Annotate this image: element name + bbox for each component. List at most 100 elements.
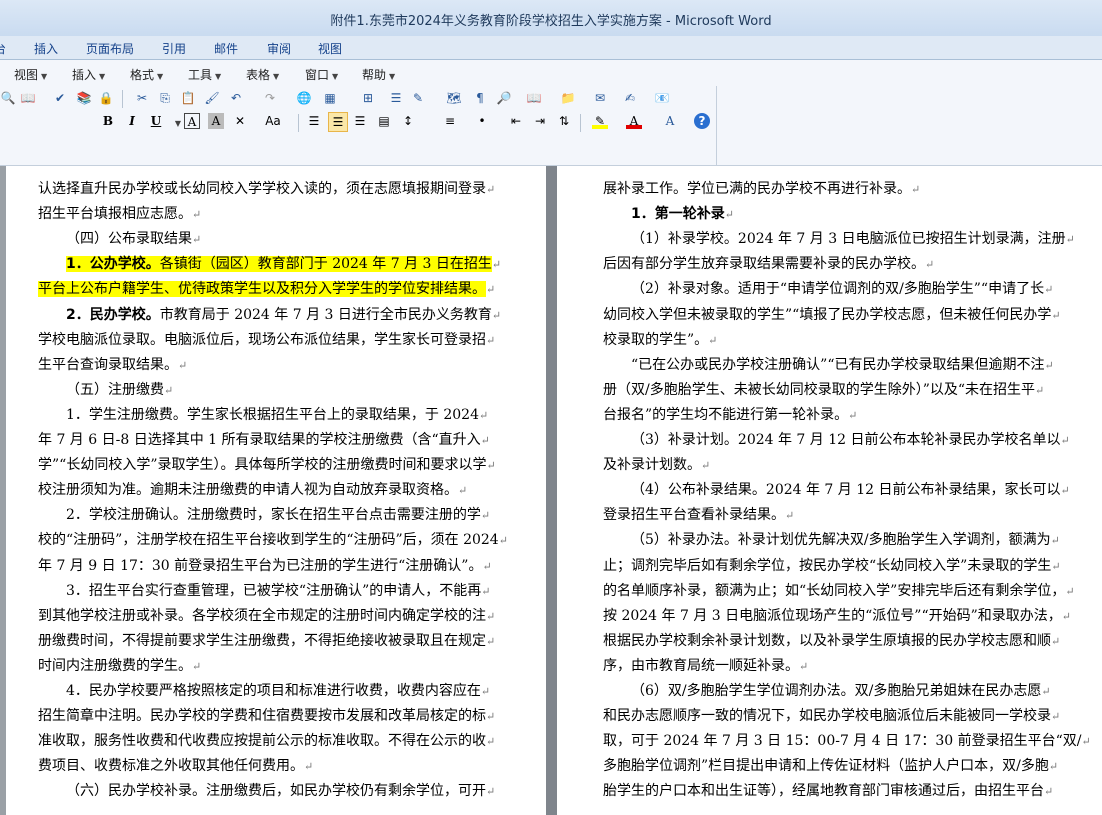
document-line: 2．民办学校。市教育局于 2024 年 7 月 3 日进行全市民办义务教育↵ [66, 304, 501, 324]
bold-button[interactable]: B [100, 113, 116, 129]
underline-button[interactable]: U [148, 113, 164, 129]
mail-icon[interactable]: 📧 [654, 90, 670, 106]
cut-icon[interactable]: ✂ [134, 90, 150, 106]
document-line: （五）注册缴费↵ [66, 379, 173, 399]
line-text: 1．学生注册缴费。学生家长根据招生平台上的录取结果，于 2024 [66, 406, 479, 423]
paragraph-mark-icon: ↵ [486, 183, 496, 196]
paragraph-mark-icon: ↵ [1065, 233, 1075, 247]
document-line: 准收取，服务性收费和代收费应按提前公示的标准收取。不得在公示的收↵ [38, 730, 495, 750]
character-border-button[interactable]: A [184, 113, 200, 129]
copy-icon[interactable]: ⎘ [157, 90, 173, 106]
line-text: 市教育局于 2024 年 7 月 3 日进行全市民办义务教育 [159, 306, 492, 323]
highlight-icon[interactable]: ✎ [592, 113, 608, 129]
tab-view[interactable]: 视图 [318, 40, 342, 57]
print-preview-icon[interactable]: 🔍 [0, 90, 16, 106]
document-line: 平台上公布户籍学生、优待政策学生以及积分入学学生的学位安排结果。↵ [38, 278, 495, 298]
drawing-icon[interactable]: ✎ [410, 90, 426, 106]
permission-icon[interactable]: 🔒 [98, 90, 114, 106]
line-text: （四）公布录取结果 [66, 231, 192, 248]
tab-page-layout[interactable]: 页面布局 [86, 40, 134, 57]
numbering-icon[interactable]: ≡ [442, 113, 458, 129]
menu-view-label: 视图 [14, 68, 39, 82]
tab-mailings[interactable]: 邮件 [214, 40, 238, 57]
distributed-icon[interactable]: ▤ [376, 113, 392, 129]
research-book-icon[interactable]: 📚 [76, 90, 92, 106]
paragraph-mark-icon: ↵ [498, 534, 508, 548]
spelling-icon[interactable]: ✔ [52, 90, 68, 106]
menu-format[interactable]: 格式 ▼ [130, 66, 163, 83]
paragraph-mark-icon: ↵ [708, 333, 718, 347]
paragraph-mark-icon: ↵ [304, 760, 314, 774]
font-color-button[interactable]: A [626, 113, 642, 129]
document-line: 序，由市教育局统一顺延补录。↵ [603, 655, 808, 675]
research-icon[interactable]: 📖 [20, 90, 36, 106]
insert-table-icon[interactable]: ⊞ [360, 90, 376, 106]
document-line: 学”“长幼同校入学”录取学生）。具体每所学校的注册缴费时间和要求以学↵ [38, 454, 496, 474]
help-button[interactable]: ? [694, 113, 710, 129]
paste-icon[interactable]: 📋 [180, 90, 196, 106]
align-right-icon[interactable]: ☰ [352, 113, 368, 129]
tables-borders-icon[interactable]: ▦ [322, 90, 338, 106]
menu-window[interactable]: 窗口 ▼ [305, 66, 338, 83]
document-line: 校录取的学生”。↵ [603, 329, 717, 349]
document-page-right[interactable]: 展补录工作。学位已满的民办学校不再进行补录。↵ 1．第一轮补录↵ （1）补录学校。2… [557, 166, 1102, 815]
line-text: 费项目、收费标准之外收取其他任何费用。 [38, 758, 304, 775]
menu-table[interactable]: 表格 ▼ [246, 66, 279, 83]
paragraph-mark-icon: ↵ [1051, 710, 1061, 724]
read-icon[interactable]: 📖 [526, 90, 542, 106]
document-line: （3）补录计划。2024 年 7 月 12 日前公布本轮补录民办学校名单以↵ [631, 429, 1070, 449]
line-text: 招生平台填报相应志愿。 [38, 206, 192, 223]
text-effects-button[interactable]: A [662, 113, 678, 129]
menu-tools[interactable]: 工具 ▼ [188, 66, 221, 83]
document-map-icon[interactable]: 🗺 [446, 90, 462, 106]
character-shading-button[interactable]: A [208, 113, 224, 129]
menu-view[interactable]: 视图 ▼ [14, 66, 47, 83]
paragraph-mark-icon: ↵ [1051, 634, 1061, 648]
paragraph-mark-icon: ↵ [1035, 383, 1045, 397]
styles-icon[interactable]: ✍ [622, 90, 638, 106]
character-scaling-icon[interactable]: ✕ [232, 113, 248, 129]
paragraph-mark-icon: ↵ [1044, 283, 1054, 297]
align-left-icon[interactable]: ☰ [306, 113, 322, 129]
line-text: 准收取，服务性收费和代收费应按提前公示的标准收取。不得在公示的收 [38, 733, 486, 750]
zoom-icon[interactable]: 🔎 [496, 90, 512, 106]
hyperlink-icon[interactable]: 🌐 [296, 90, 312, 106]
format-painter-icon[interactable]: 🖌 [204, 90, 220, 106]
paragraph-mark-icon: ↵ [486, 710, 496, 724]
change-case-button[interactable]: Aa [262, 113, 284, 129]
line-text: 台报名”的学生均不能进行第一轮补录。 [603, 406, 849, 423]
line-text: 认选择直升民办学校或长幼同校入学学校入读的，须在志愿填报期间登录 [38, 181, 486, 197]
justify-icon[interactable]: ☰ [328, 112, 348, 132]
paragraph-mark-icon: ↵ [1051, 308, 1061, 322]
tab-partial[interactable]: 台 [0, 40, 6, 57]
paragraph-mark-icon: ↵ [481, 584, 491, 598]
sort-icon[interactable]: ⇅ [556, 113, 572, 129]
paragraph-mark-icon: ↵ [1041, 685, 1051, 698]
menu-help[interactable]: 帮助 ▼ [362, 66, 395, 83]
columns-icon[interactable]: ☰ [388, 90, 404, 106]
envelope-icon[interactable]: ✉ [592, 90, 608, 106]
document-page-left[interactable]: 认选择直升民办学校或长幼同校入学学校入读的，须在志愿填报期间登录↵ 招生平台填报相… [6, 166, 546, 815]
open-folder-icon[interactable]: 📁 [560, 90, 576, 106]
document-line: 及补录计划数。↵ [603, 454, 710, 474]
redo-icon[interactable]: ↷ [262, 90, 278, 106]
tab-references[interactable]: 引用 [162, 40, 186, 57]
increase-indent-icon[interactable]: ⇥ [532, 113, 548, 129]
show-hide-icon[interactable]: ¶ [472, 90, 488, 106]
menu-insert[interactable]: 插入 ▼ [72, 66, 105, 83]
line-text: 取，可于 2024 年 7 月 3 日 15：00-7 月 4 日 17：30 … [603, 733, 1082, 750]
paragraph-mark-icon: ↵ [1060, 434, 1070, 447]
decrease-indent-icon[interactable]: ⇤ [508, 113, 524, 129]
line-text: 4．民办学校要严格按照核定的项目和标准进行收费，收费内容应在 [66, 683, 481, 699]
undo-icon[interactable]: ↶ [228, 90, 244, 106]
line-text: 册（双/多胞胎学生、未被长幼同校录取的学生除外）”以及“未在招生平 [603, 381, 1036, 398]
line-spacing-icon[interactable]: ↕ [400, 113, 416, 129]
tab-insert[interactable]: 插入 [34, 40, 58, 57]
italic-button[interactable]: I [124, 113, 140, 129]
tab-review[interactable]: 审阅 [267, 40, 291, 57]
bullets-icon[interactable]: • [474, 113, 490, 129]
document-line: 1．公办学校。各镇街（园区）教育部门于 2024 年 7 月 3 日在招生↵ [66, 253, 501, 273]
paragraph-mark-icon: ↵ [701, 459, 711, 473]
paragraph-mark-icon: ↵ [178, 358, 188, 372]
paragraph-mark-icon: ↵ [480, 685, 491, 698]
